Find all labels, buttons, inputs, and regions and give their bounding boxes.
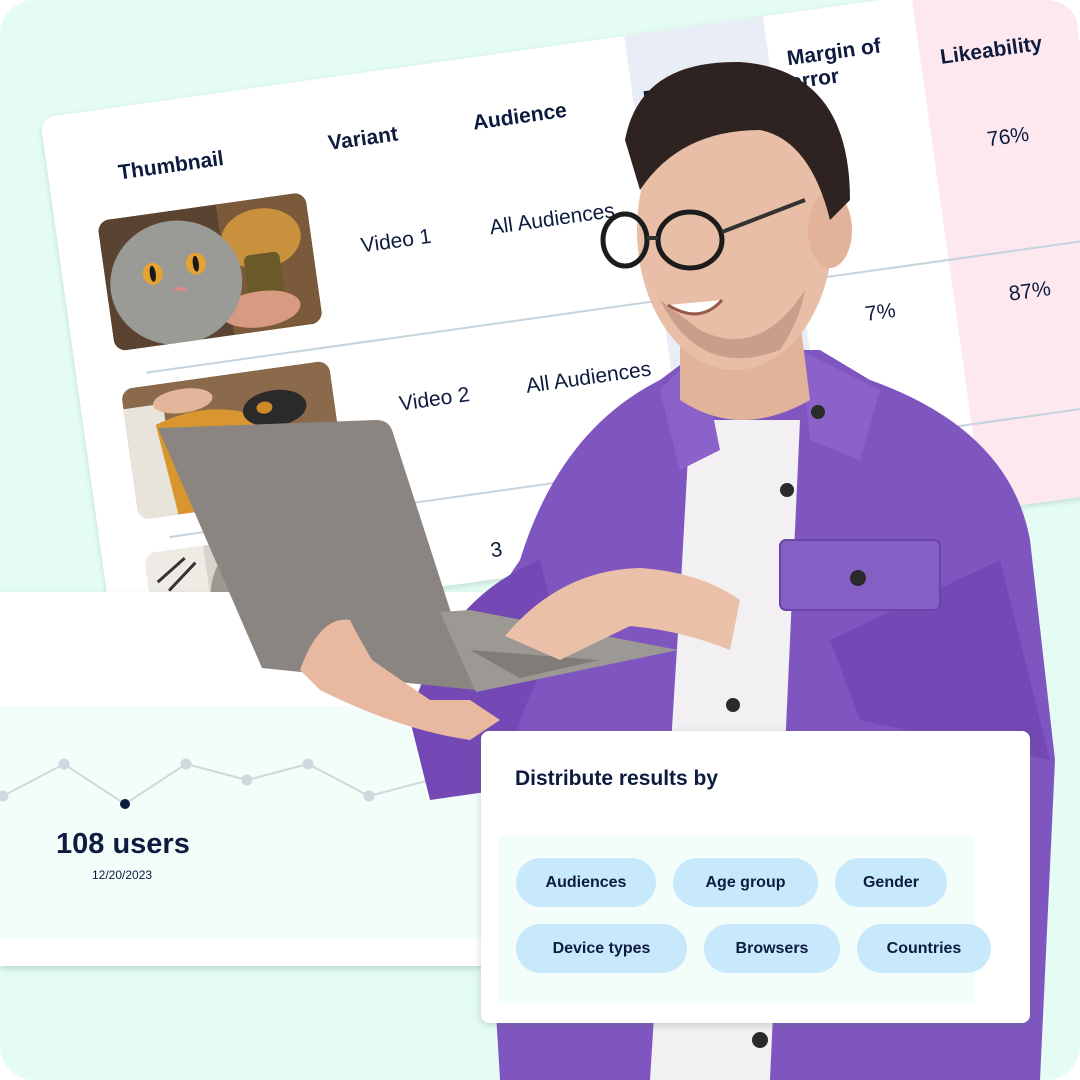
chip-audiences[interactable]: Audiences (516, 858, 656, 907)
chip-age-group[interactable]: Age group (673, 858, 818, 907)
header-preference: Pre (641, 83, 679, 111)
stats-date: 12/20/2023 (92, 868, 153, 882)
row-3-variant: 3 (489, 537, 504, 563)
chart-point[interactable] (180, 758, 192, 770)
row-2-variant: Video 2 (397, 383, 472, 416)
chart-point-highlighted[interactable] (120, 799, 130, 809)
row-1-variant: Video 1 (359, 224, 433, 258)
distribute-results-card: Distribute results by Audiences Age grou… (481, 731, 1030, 1023)
header-margin-of-error: Margin of error (785, 34, 883, 95)
results-table: Thumbnail Variant Audience Pre Margin of… (40, 0, 1080, 633)
chart-point[interactable] (363, 790, 375, 802)
cat-with-cup-thumbnail[interactable] (96, 191, 324, 352)
users-stats-card: 108 users 12/20/2023 (0, 592, 482, 966)
chart-point[interactable] (58, 758, 70, 770)
header-variant: Variant (326, 122, 400, 156)
likeability-column-highlight (911, 0, 1080, 511)
users-line-chart (0, 758, 436, 809)
row-2-margin-of-error: 7% (863, 298, 898, 326)
person-with-cat-thumbnail[interactable] (120, 360, 347, 521)
chart-point[interactable] (302, 758, 314, 770)
distribute-title: Distribute results by (515, 767, 719, 790)
chart-point[interactable] (241, 774, 253, 786)
row-3-audience: A (588, 523, 606, 549)
chip-device-types[interactable]: Device types (516, 924, 687, 973)
chip-browsers[interactable]: Browsers (704, 924, 840, 973)
row-1-audience: All Audiences (488, 199, 617, 240)
background: Thumbnail Variant Audience Pre Margin of… (0, 0, 1080, 1080)
row-2-audience: All Audiences (524, 357, 653, 398)
chart-point[interactable] (0, 790, 9, 802)
header-audience: Audience (471, 98, 569, 135)
distribute-options-panel: Audiences Age group Gender Device types … (499, 835, 991, 1003)
chart-point[interactable] (424, 774, 436, 786)
chip-gender[interactable]: Gender (835, 858, 947, 907)
header-thumbnail: Thumbnail (116, 146, 226, 185)
chip-countries[interactable]: Countries (857, 924, 991, 973)
stats-value: 108 users (56, 828, 190, 860)
